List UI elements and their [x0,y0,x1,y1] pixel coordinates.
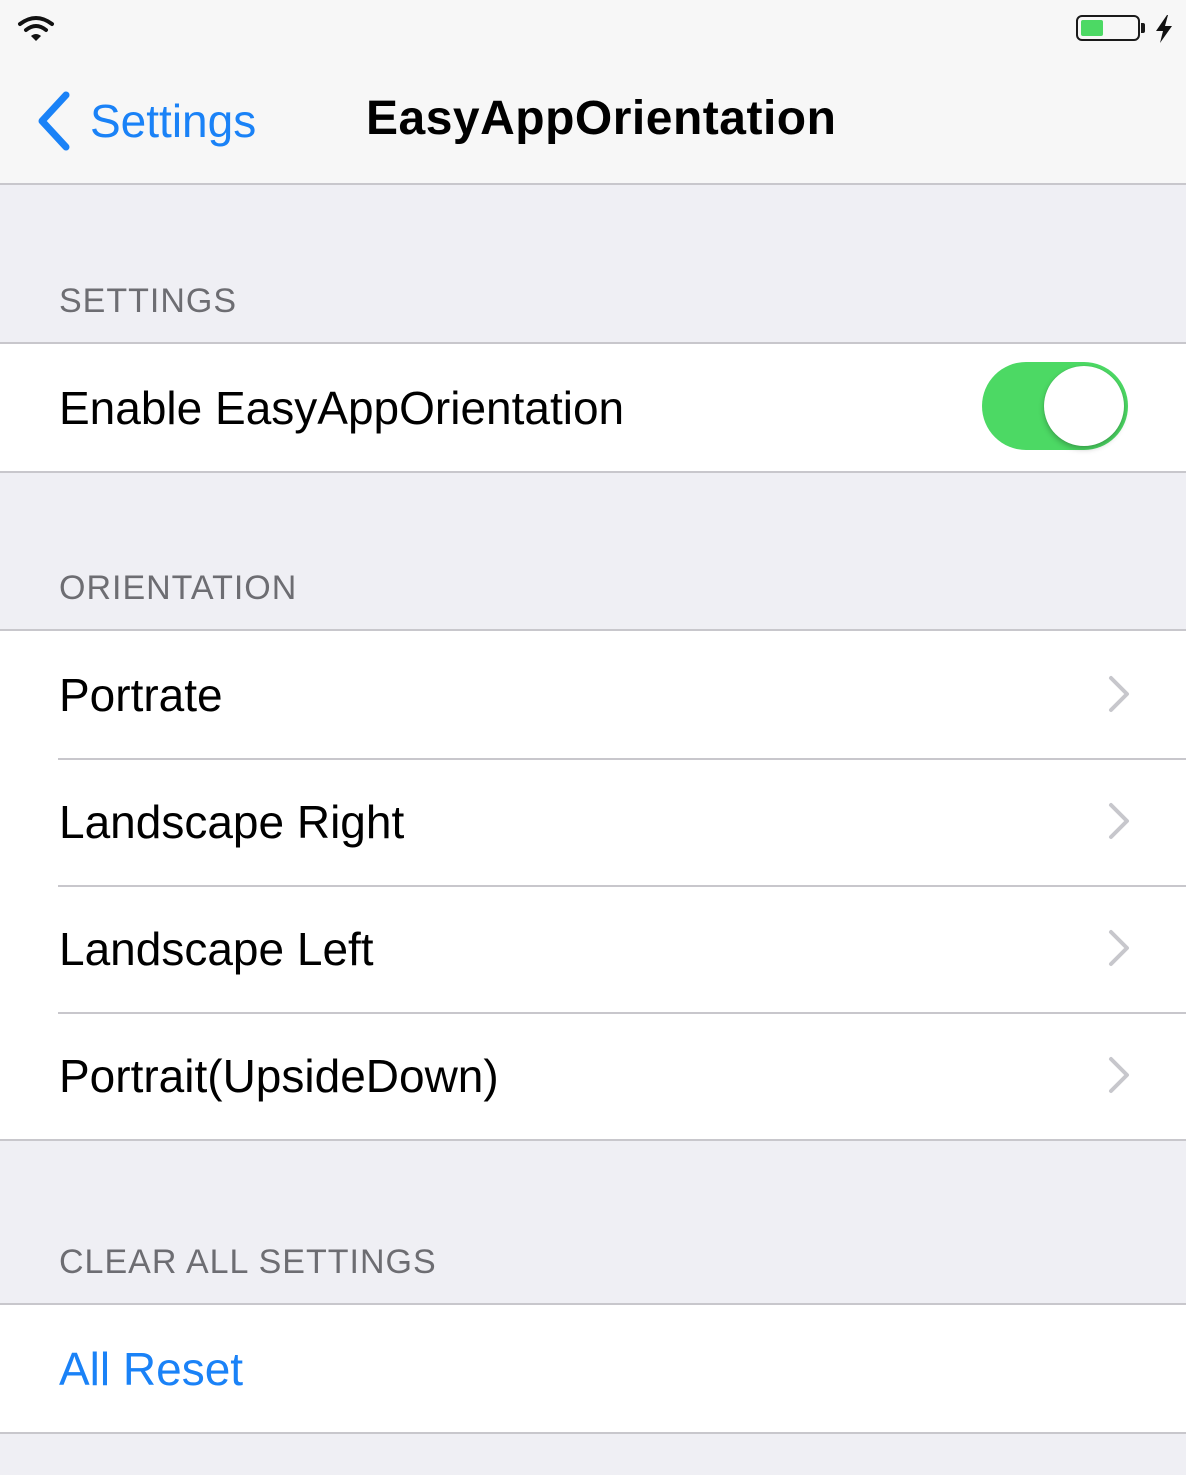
settings-group: Enable EasyAppOrientation [0,342,1186,473]
section-header-clear: CLEAR ALL SETTINGS [59,1243,437,1281]
list-item-portrate[interactable]: Portrate [0,631,1186,758]
back-button[interactable]: Settings [34,88,256,154]
chevron-right-icon [1109,676,1129,712]
chevron-left-icon [38,91,70,151]
enable-toggle[interactable] [982,362,1128,450]
battery-icon [1076,15,1140,41]
list-item-label: Portrate [59,668,223,721]
clear-group: All Reset [0,1303,1186,1434]
all-reset-label: All Reset [59,1342,244,1395]
section-header-settings: SETTINGS [59,282,238,320]
page-title: EasyAppOrientation [366,92,837,145]
enable-row: Enable EasyAppOrientation [0,344,1186,471]
charging-bolt-icon [1156,15,1172,43]
chevron-right-icon [1109,1057,1129,1093]
orientation-group: Portrate Landscape Right Landscape Left … [0,629,1186,1141]
enable-label: Enable EasyAppOrientation [59,381,625,434]
section-header-orientation: ORIENTATION [59,569,298,607]
list-item-label: Landscape Right [59,795,405,848]
list-item-portrait-upside-down[interactable]: Portrait(UpsideDown) [0,1012,1186,1139]
chevron-right-icon [1109,930,1129,966]
navigation-bar: Settings EasyAppOrientation [0,60,1186,185]
battery-nub [1141,23,1145,33]
back-button-label: Settings [90,95,257,147]
status-bar [0,0,1186,60]
list-item-label: Landscape Left [59,922,374,975]
list-item-landscape-left[interactable]: Landscape Left [0,885,1186,1012]
list-item-label: Portrait(UpsideDown) [59,1049,499,1102]
list-item-landscape-right[interactable]: Landscape Right [0,758,1186,885]
chevron-right-icon [1109,803,1129,839]
wifi-icon [18,16,54,41]
toggle-knob [1044,366,1124,446]
battery-level [1081,20,1103,36]
all-reset-button[interactable]: All Reset [0,1305,1186,1432]
